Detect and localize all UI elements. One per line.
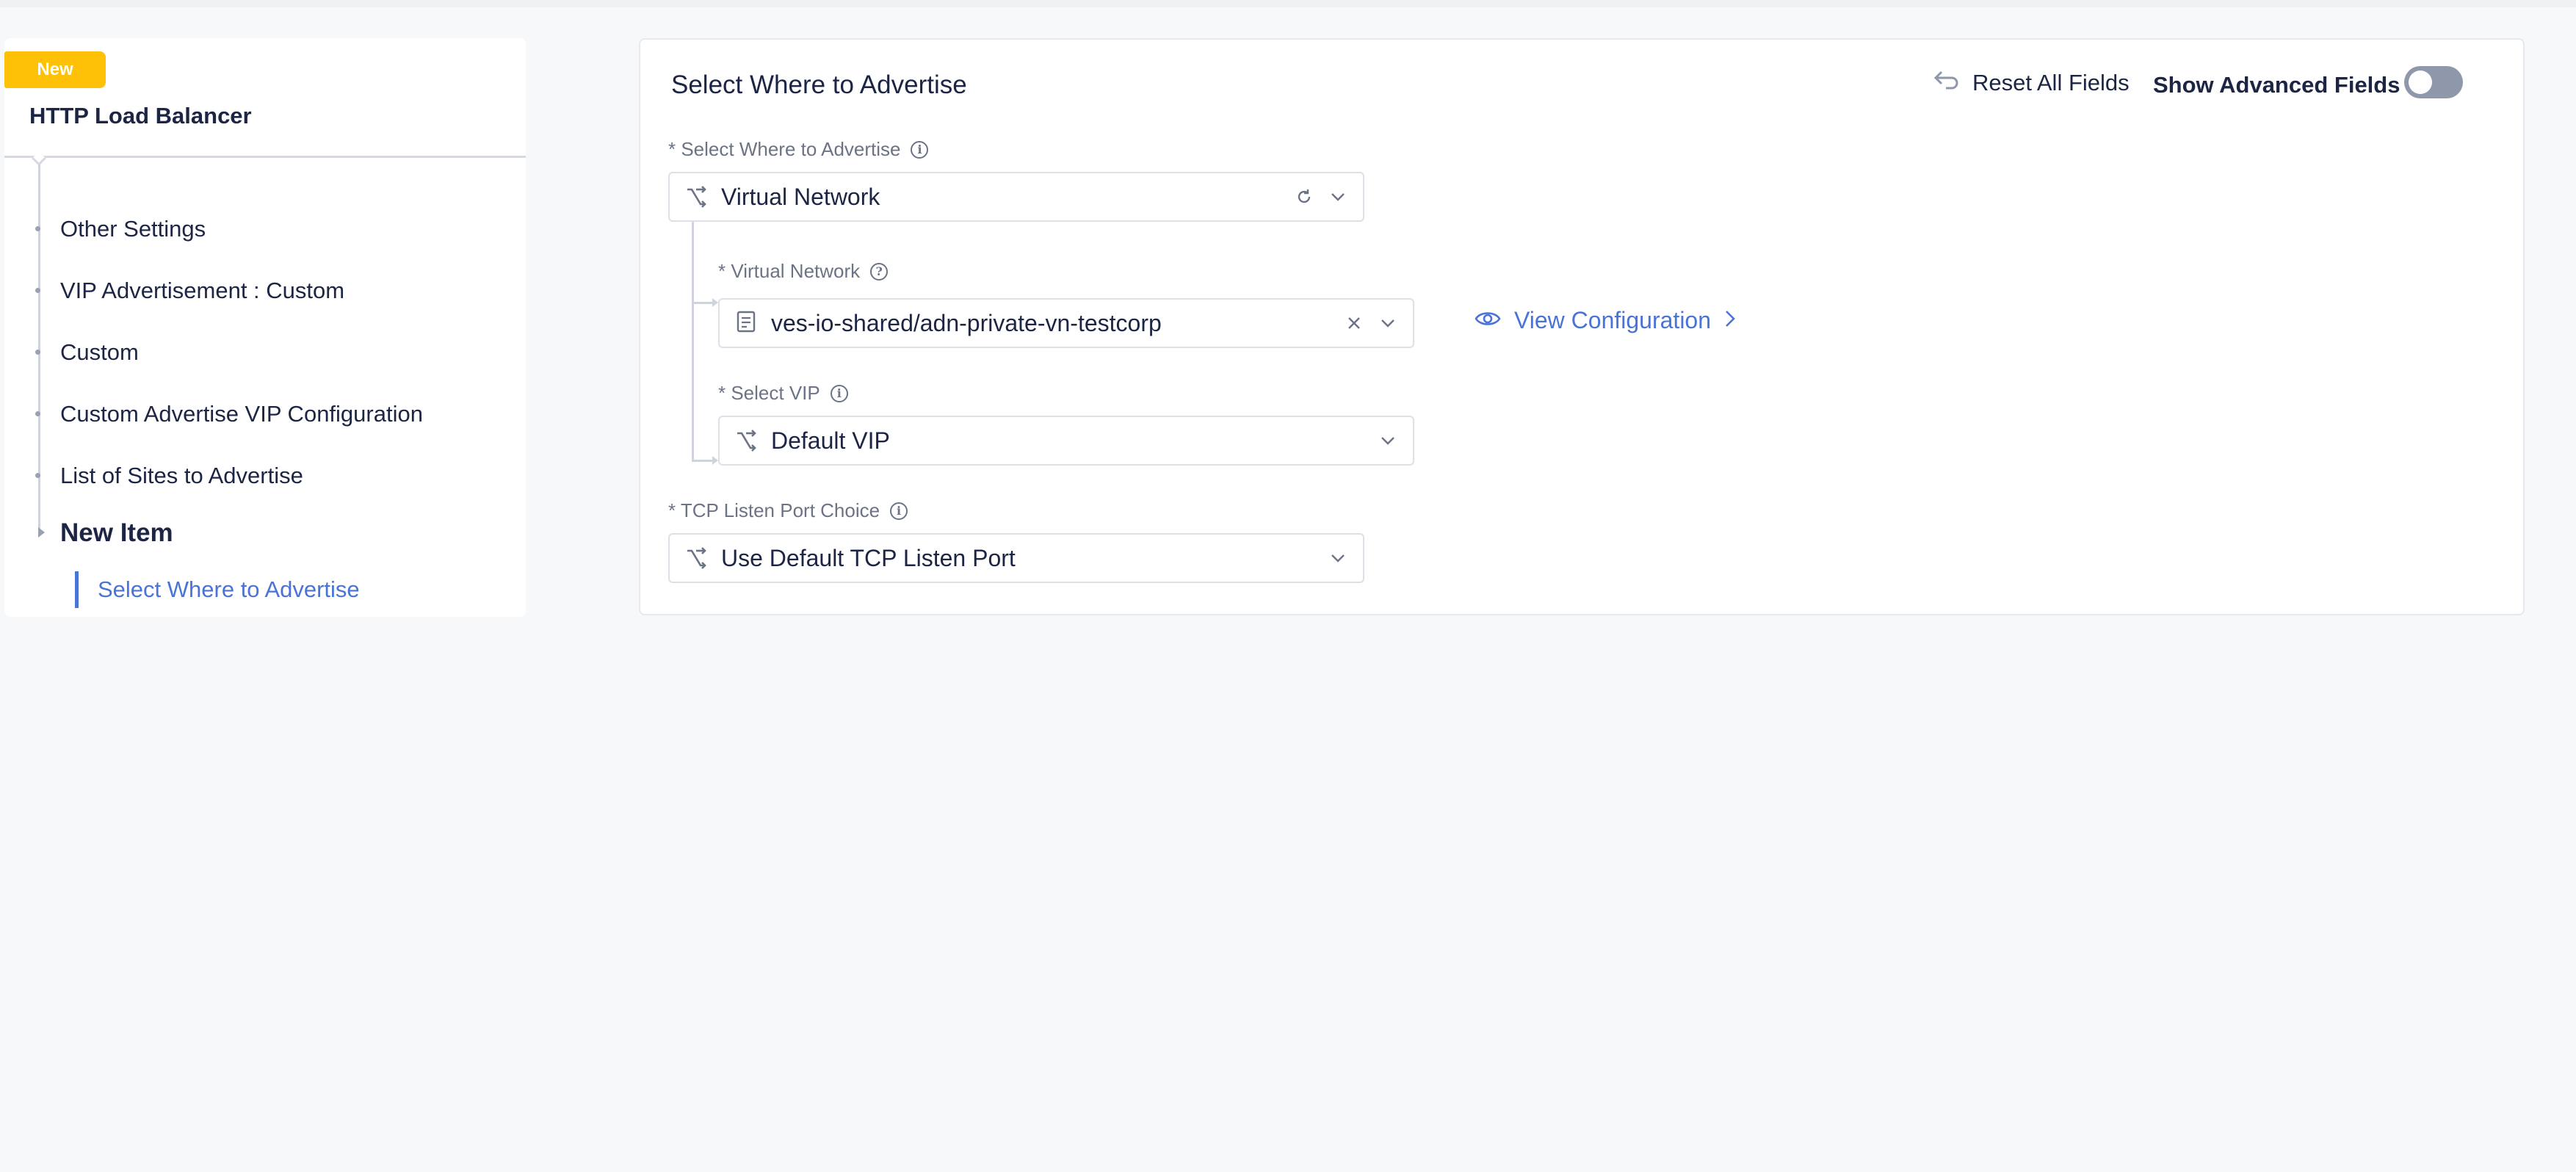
tree-connector-branch [692, 460, 714, 462]
refresh-icon[interactable] [1295, 188, 1313, 206]
virtual-network-select[interactable]: ves-io-shared/adn-private-vn-testcorp [718, 298, 1414, 348]
sidebar-item-label: Other Settings [60, 216, 206, 242]
eye-icon [1475, 307, 1501, 334]
tcp-listen-port-select[interactable]: Use Default TCP Listen Port [668, 533, 1364, 583]
bullet-icon [35, 411, 40, 416]
info-icon[interactable]: i [830, 384, 848, 402]
show-advanced-toggle[interactable] [2404, 66, 2463, 98]
chevron-down-icon[interactable] [1329, 188, 1347, 206]
view-configuration-link[interactable]: View Configuration [1475, 307, 1736, 334]
info-icon[interactable]: i [911, 140, 929, 159]
chevron-down-icon[interactable] [1379, 314, 1397, 332]
branch-icon [683, 184, 709, 210]
sidebar-title: HTTP Load Balancer [29, 103, 252, 129]
card-title: Select Where to Advertise [671, 70, 967, 99]
sidebar-item-custom-advertise-vip[interactable]: Custom Advertise VIP Configuration [35, 401, 423, 427]
view-configuration-label: View Configuration [1514, 307, 1712, 333]
toggle-knob [2409, 70, 2432, 94]
sidebar-divider-notch [32, 151, 46, 166]
sidebar-item-label: New Item [60, 518, 173, 547]
virtual-network-field-label: * Virtual Network ? [718, 260, 889, 283]
sidebar-item-label: List of Sites to Advertise [60, 463, 303, 488]
sidebar-divider [4, 156, 526, 158]
main-card: Select Where to Advertise Reset All Fiel… [639, 38, 2525, 615]
chevron-down-icon[interactable] [1379, 432, 1397, 449]
info-icon[interactable]: i [890, 502, 908, 520]
sidebar-item-select-where-to-advertise[interactable]: Select Where to Advertise [75, 571, 360, 608]
clear-icon[interactable] [1345, 314, 1363, 332]
sidebar-item-list-of-sites[interactable]: List of Sites to Advertise [35, 463, 303, 489]
vip-field-label: * Select VIP i [718, 382, 848, 405]
new-badge: New [4, 51, 106, 88]
branch-icon [733, 427, 759, 454]
bullet-icon [35, 226, 40, 231]
sidebar-item-label: Custom [60, 339, 139, 365]
tree-connector-vertical [692, 222, 694, 461]
sidebar-item-other-settings[interactable]: Other Settings [35, 216, 206, 242]
reset-label: Reset All Fields [1972, 70, 2130, 95]
sidebar-panel: New HTTP Load Balancer Other Settings VI… [4, 38, 526, 617]
show-advanced-label: Show Advanced Fields [2153, 72, 2400, 98]
where-label-text: * Select Where to Advertise [668, 138, 901, 160]
tcp-select-value: Use Default TCP Listen Port [721, 544, 1016, 571]
sidebar-item-custom[interactable]: Custom [35, 339, 139, 366]
where-select[interactable]: Virtual Network [668, 172, 1364, 222]
sidebar-item-label: Custom Advertise VIP Configuration [60, 401, 423, 427]
info-icon[interactable]: ? [870, 262, 889, 281]
vip-select-value: Default VIP [771, 427, 890, 454]
virtual-network-value: ves-io-shared/adn-private-vn-testcorp [771, 309, 1162, 336]
tree-connector-arrow [712, 298, 718, 307]
caret-right-icon [38, 527, 45, 538]
reset-all-fields-button[interactable]: Reset All Fields [1933, 69, 2130, 97]
chevron-down-icon[interactable] [1329, 549, 1347, 567]
chevron-right-icon [1724, 307, 1736, 334]
sidebar-item-new-item[interactable]: New Item [38, 518, 173, 548]
sidebar-item-label: VIP Advertisement : Custom [60, 278, 345, 303]
undo-icon [1933, 69, 1959, 97]
tcp-label-text: * TCP Listen Port Choice [668, 499, 880, 521]
sidebar-item-vip-advertisement[interactable]: VIP Advertisement : Custom [35, 278, 345, 304]
tree-connector-branch [692, 302, 714, 304]
branch-icon [683, 545, 709, 571]
vip-label-text: * Select VIP [718, 382, 820, 404]
where-field-label: * Select Where to Advertise i [668, 138, 929, 161]
top-strip [0, 0, 2576, 7]
virtual-network-label-text: * Virtual Network [718, 260, 861, 282]
bullet-icon [35, 288, 40, 293]
vip-select[interactable]: Default VIP [718, 416, 1414, 466]
bullet-icon [35, 473, 40, 478]
where-select-value: Virtual Network [721, 183, 880, 210]
document-icon [733, 310, 759, 336]
tcp-field-label: * TCP Listen Port Choice i [668, 499, 908, 522]
tree-connector-arrow [712, 456, 718, 465]
bullet-icon [35, 350, 40, 355]
